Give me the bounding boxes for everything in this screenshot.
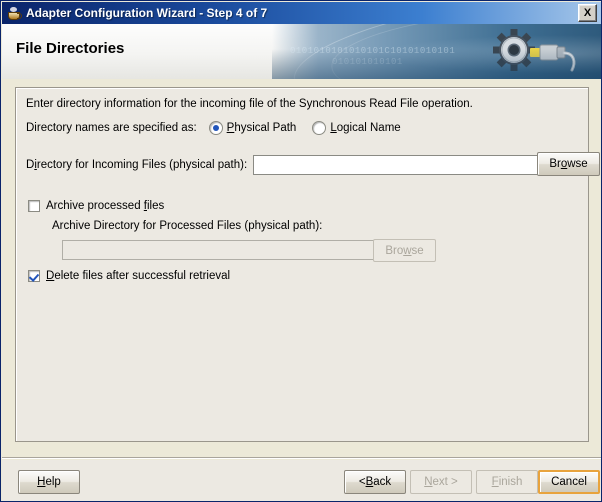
delete-files-row: Delete files after successful retrieval: [28, 270, 230, 282]
radio-physical-path[interactable]: [208, 121, 223, 135]
archive-processed-files-row: Archive processed files: [28, 200, 164, 212]
directory-names-label: Directory names are specified as:: [26, 122, 197, 134]
incoming-directory-input[interactable]: [253, 155, 539, 175]
banner-binary-line-2: 010101010101: [332, 57, 403, 67]
archive-directory-label: Archive Directory for Processed Files (p…: [52, 220, 323, 232]
browse-archive-mnemonic: w: [403, 244, 412, 257]
help-mnemonic: H: [37, 476, 46, 488]
back-prefix: <: [358, 476, 366, 488]
browse-incoming-post: wse: [567, 158, 588, 170]
help-button[interactable]: Help: [18, 470, 80, 494]
delete-files-checkbox[interactable]: [28, 270, 40, 282]
content-panel: Enter directory information for the inco…: [15, 87, 600, 442]
delete-label-post: elete files after successful retrieval: [54, 270, 231, 282]
radio-physical-path-text: hysical Path: [234, 122, 297, 134]
intro-text: Enter directory information for the inco…: [26, 98, 473, 110]
banner-binary-line-1: 0101010101010101C10101010101: [290, 46, 456, 56]
next-mnemonic: N: [424, 476, 433, 488]
close-icon[interactable]: X: [578, 4, 597, 22]
footer-bar: Help < Back Next > Finish Cancel: [2, 460, 601, 501]
archive-directory-input[interactable]: [62, 240, 374, 260]
browse-archive-pre: Bro: [385, 244, 404, 257]
incoming-directory-row: Directory for Incoming Files (physical p…: [26, 155, 580, 175]
radio-logical-name-text: ogical Name: [336, 122, 401, 134]
finish-label: inish: [498, 476, 523, 488]
radio-logical-name-label[interactable]: Logical Name: [330, 122, 400, 134]
archive-processed-files-label[interactable]: Archive processed files: [46, 200, 164, 212]
radio-physical-path-label[interactable]: Physical Path: [227, 122, 297, 134]
incoming-label-post: rectory for Incoming Files (physical pat…: [36, 159, 248, 171]
cancel-label: Cancel: [551, 476, 587, 488]
finish-button[interactable]: Finish: [476, 470, 538, 494]
back-mnemonic: B: [365, 476, 374, 488]
browse-archive-button[interactable]: Bro w se: [373, 239, 436, 262]
gear-icon: [492, 28, 536, 72]
page-title: File Directories: [16, 40, 125, 57]
cancel-button[interactable]: Cancel: [538, 470, 600, 494]
back-button[interactable]: < Back: [344, 470, 406, 494]
archive-label-post: iles: [147, 200, 165, 212]
browse-incoming-pre: Br: [549, 158, 561, 170]
title-bar: Adapter Configuration Wizard - Step 4 of…: [2, 2, 601, 24]
finish-mnemonic: F: [491, 476, 499, 488]
help-label: elp: [45, 476, 61, 488]
plug-cable-icon: [530, 40, 588, 74]
adapter-configuration-wizard-window: Adapter Configuration Wizard - Step 4 of…: [0, 0, 602, 502]
java-coffee-cup-icon: [6, 5, 22, 21]
browse-incoming-button[interactable]: Br o wse: [537, 152, 600, 176]
archive-label-pre: Archive processed: [46, 200, 144, 212]
archive-directory-field-wrap: [56, 240, 374, 260]
back-label: ack: [373, 476, 392, 488]
radio-logical-name[interactable]: [312, 121, 327, 135]
archive-processed-files-checkbox[interactable]: [28, 200, 40, 212]
directory-names-row: Directory names are specified as: Physic…: [26, 121, 405, 135]
wizard-banner: File Directories 0101010101010101C101010…: [2, 24, 601, 79]
window-title: Adapter Configuration Wizard - Step 4 of…: [26, 6, 268, 20]
incoming-directory-label: Directory for Incoming Files (physical p…: [26, 159, 247, 171]
banner-artwork: 0101010101010101C10101010101 01010101010…: [272, 24, 601, 79]
delete-files-label[interactable]: Delete files after successful retrieval: [46, 270, 230, 282]
next-label: ext >: [432, 476, 458, 488]
next-button[interactable]: Next >: [410, 470, 472, 494]
footer-separator: [2, 457, 601, 459]
browse-archive-post: se: [411, 244, 424, 257]
